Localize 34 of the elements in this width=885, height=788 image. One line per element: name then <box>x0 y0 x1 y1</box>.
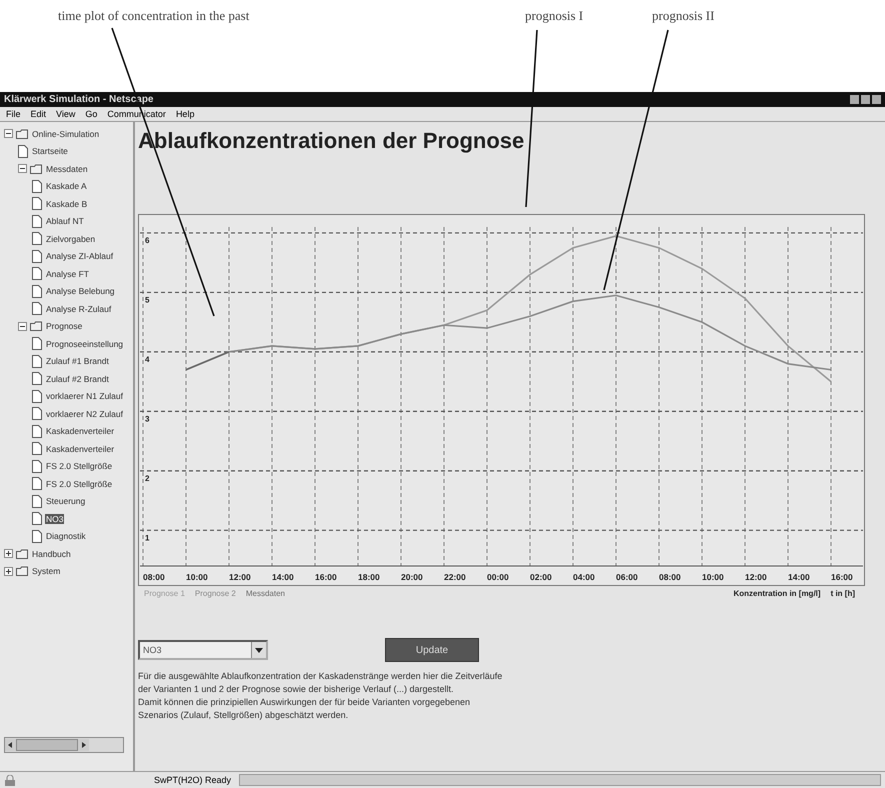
x-tick-label: 06:00 <box>616 572 638 582</box>
x-tick-label: 04:00 <box>573 572 595 582</box>
y-tick-label: 3 <box>145 414 150 424</box>
y-tick-label: 5 <box>145 295 150 304</box>
legend-label: Prognose 2 <box>194 589 236 598</box>
y-tick-label: 2 <box>145 474 150 483</box>
x-tick-label: 14:00 <box>788 572 810 582</box>
x-tick-label: 02:00 <box>530 572 552 582</box>
x-tick-label: 20:00 <box>401 572 423 582</box>
y-tick-label: 4 <box>145 354 150 364</box>
x-tick-label: 08:00 <box>143 572 165 582</box>
annotation-label: prognosis II <box>652 8 714 24</box>
legend-label: Prognose 1 <box>144 589 185 598</box>
y-tick-label: 6 <box>145 236 150 245</box>
window-title: Klärwerk Simulation - Netscape <box>4 94 154 105</box>
status-text: SwPT(H2O) Ready <box>154 775 232 785</box>
x-tick-label: 00:00 <box>487 572 509 582</box>
x-tick-label: 12:00 <box>229 572 251 582</box>
x-tick-label: 14:00 <box>272 572 294 582</box>
x-tick-label: 22:00 <box>444 572 466 582</box>
x-tick-label: 12:00 <box>745 572 767 582</box>
x-axis-label: t in [h] <box>830 589 855 598</box>
annotation-label: prognosis I <box>525 8 584 24</box>
y-tick-label: 1 <box>145 533 150 542</box>
description-text: Für die ausgewählte Ablaufkonzentration der Kaskadenstränge werden hier die Zeitverläufe der Varianten 1 und 2 der Prognose sowie der bisherige Verlauf (...) dargestellt. Damit können die prinzipiellen Auswirkungen der für beide Varianten vorgegebenen Szenarios (Zulauf, Stellgrößen) abgeschätzt werden. <box>138 670 504 722</box>
x-tick-label: 16:00 <box>315 572 337 582</box>
y-axis-label: Konzentration in [mg/l] <box>733 589 821 598</box>
x-tick-label: 18:00 <box>358 572 380 582</box>
x-tick-label: 10:00 <box>186 572 208 582</box>
x-tick-label: 08:00 <box>659 572 681 582</box>
x-tick-label: 16:00 <box>831 572 853 582</box>
annotation-label: time plot of concentration in the past <box>58 8 250 24</box>
legend-label: Messdaten <box>246 589 285 598</box>
x-tick-label: 10:00 <box>702 572 724 582</box>
